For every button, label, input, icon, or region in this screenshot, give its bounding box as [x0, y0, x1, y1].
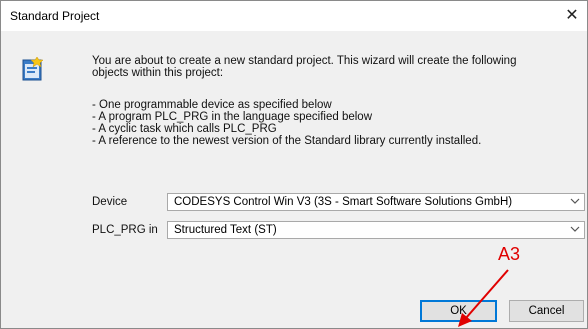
- bullet-item: - A cyclic task which calls PLC_PRG: [92, 123, 277, 135]
- cancel-button[interactable]: Cancel: [509, 300, 584, 322]
- intro-text-line-2: objects within this project:: [92, 67, 224, 79]
- title-bar: Standard Project ✕: [1, 1, 587, 31]
- bullet-item: - A program PLC_PRG in the language spec…: [92, 111, 372, 123]
- bullet-item: - A reference to the newest version of t…: [92, 135, 482, 147]
- close-icon[interactable]: ✕: [557, 1, 587, 31]
- device-label: Device: [92, 196, 128, 208]
- intro-text-line-1: You are about to create a new standard p…: [92, 55, 517, 67]
- chevron-down-icon: [570, 198, 580, 204]
- chevron-down-icon: [570, 226, 580, 232]
- device-select[interactable]: CODESYS Control Win V3 (3S - Smart Softw…: [167, 193, 585, 211]
- bullet-item: - One programmable device as specified b…: [92, 99, 332, 111]
- plc-prg-language-select[interactable]: Structured Text (ST): [167, 221, 585, 239]
- annotation-label: A3: [498, 244, 521, 264]
- standard-project-dialog: Standard Project ✕ You are about to crea…: [0, 0, 588, 329]
- ok-button[interactable]: OK: [420, 300, 497, 322]
- plc-prg-language-value: Structured Text (ST): [174, 224, 277, 236]
- plc-prg-label: PLC_PRG in: [92, 224, 158, 236]
- project-wizard-icon: [22, 57, 44, 81]
- device-select-value: CODESYS Control Win V3 (3S - Smart Softw…: [174, 196, 513, 208]
- window-title: Standard Project: [10, 9, 100, 23]
